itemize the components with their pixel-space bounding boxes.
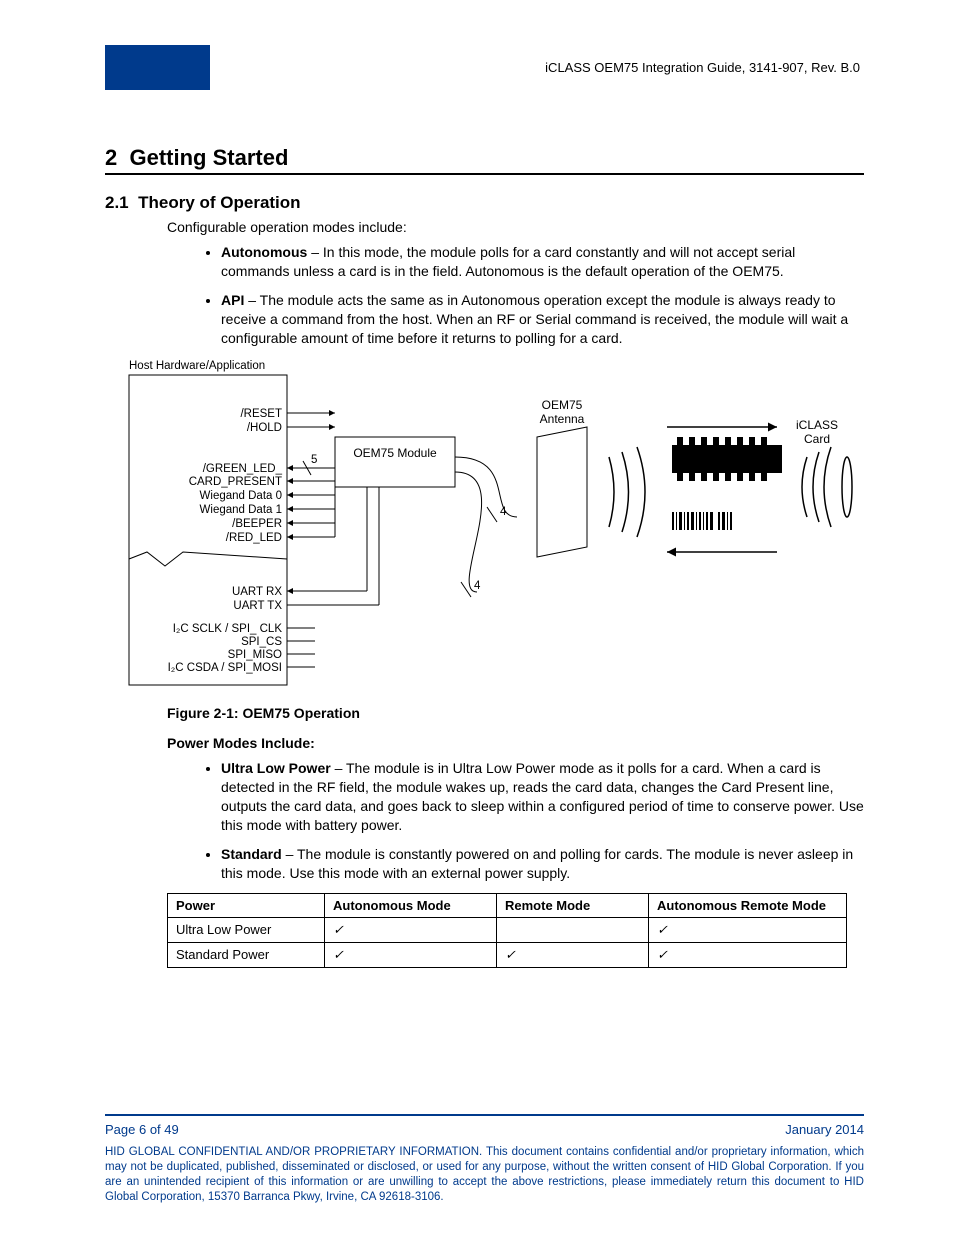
signal-reset: /RESET [240,408,282,420]
col-auto-remote: Autonomous Remote Mode [649,893,847,917]
signal-cardp: CARD_PRESENT [189,476,282,488]
signal-green: /GREEN_LED_ [203,463,283,475]
card-label-2: Card [804,432,830,446]
bus-count-4a: 4 [500,506,507,518]
signal-wd0: Wiegand Data 0 [200,490,282,502]
mode-name: Autonomous [221,244,307,260]
section-title: Getting Started [129,145,288,170]
col-autonomous: Autonomous Mode [325,893,497,917]
bus-count-4b: 4 [474,580,481,592]
power-mode-list: Ultra Low Power – The module is in Ultra… [185,759,864,882]
section-heading: 2 Getting Started [105,145,864,175]
power-mode-name: Standard [221,846,282,862]
footer: Page 6 of 49 January 2014 HID GLOBAL CON… [0,1114,954,1205]
bus-count-5: 5 [311,454,317,466]
header-text: iCLASS OEM75 Integration Guide, 3141-907… [210,45,864,90]
table-header-row: Power Autonomous Mode Remote Mode Autono… [168,893,847,917]
footer-date: January 2014 [785,1122,864,1137]
signal-miso: SPI_MISO [228,649,282,661]
module-label: OEM75 Module [353,446,437,460]
subsection-heading: 2.1 Theory of Operation [105,193,864,213]
mode-name: API [221,292,244,308]
cell-ar: ✓ [649,917,847,942]
power-mode-name: Ultra Low Power [221,760,331,776]
list-item: Autonomous – In this mode, the module po… [221,243,864,281]
footer-legal: HID GLOBAL CONFIDENTIAL AND/OR PROPRIETA… [105,1145,864,1205]
list-item: API – The module acts the same as in Aut… [221,291,864,348]
antenna-label-1: OEM75 [542,398,583,412]
header-blue-block [105,45,210,90]
subsection-number: 2.1 [105,193,129,212]
signal-redled: /RED_LED [226,532,282,544]
signal-mosi: I₂C CSDA / SPI_MOSI [168,662,282,674]
table-row: Standard Power ✓ ✓ ✓ [168,942,847,967]
mode-desc: – In this mode, the module polls for a c… [221,244,795,279]
section-number: 2 [105,145,117,170]
header: iCLASS OEM75 Integration Guide, 3141-907… [105,45,864,90]
signal-uartrx: UART RX [232,586,282,598]
cell-power: Ultra Low Power [168,917,325,942]
intro-text: Configurable operation modes include: [167,219,864,235]
cell-auto: ✓ [325,942,497,967]
cell-power: Standard Power [168,942,325,967]
antenna-label-2: Antenna [540,412,585,426]
cell-remote [497,917,649,942]
power-mode-desc: – The module is constantly powered on an… [221,846,853,881]
figure-caption: Figure 2-1: OEM75 Operation [167,705,864,721]
table-row: Ultra Low Power ✓ ✓ [168,917,847,942]
signal-sclk: I₂C SCLK / SPI_ CLK [173,623,283,635]
cell-auto: ✓ [325,917,497,942]
list-item: Standard – The module is constantly powe… [221,845,864,883]
signal-hold: /HOLD [247,422,282,434]
power-table: Power Autonomous Mode Remote Mode Autono… [167,893,847,968]
list-item: Ultra Low Power – The module is in Ultra… [221,759,864,835]
col-power: Power [168,893,325,917]
figure-diagram: Host Hardware/Application OEM75 Module /… [117,357,864,695]
mode-desc: – The module acts the same as in Autonom… [221,292,848,346]
col-remote: Remote Mode [497,893,649,917]
cell-remote: ✓ [497,942,649,967]
cell-ar: ✓ [649,942,847,967]
signal-uarttx: UART TX [233,600,282,612]
signal-cs: SPI_CS [241,636,282,648]
page-number: Page 6 of 49 [105,1122,179,1137]
signal-beeper: /BEEPER [232,518,282,530]
subsection-title: Theory of Operation [138,193,300,212]
host-label: Host Hardware/Application [129,360,265,372]
card-label-1: iCLASS [796,418,838,432]
mode-list: Autonomous – In this mode, the module po… [185,243,864,347]
power-heading: Power Modes Include: [167,735,864,751]
signal-wd1: Wiegand Data 1 [200,504,282,516]
